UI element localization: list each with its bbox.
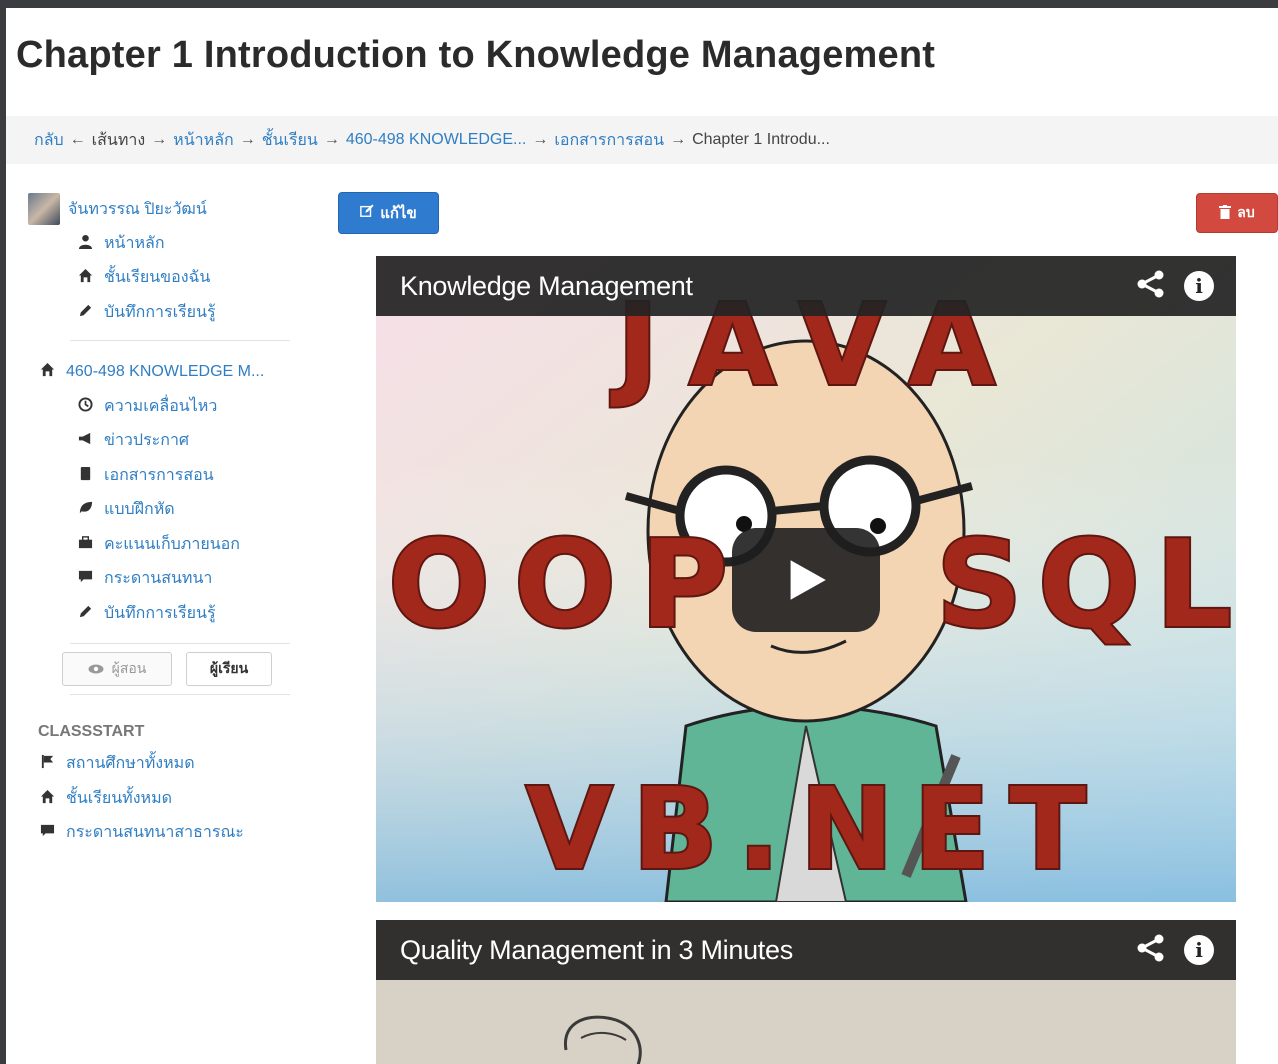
sidebar-item-documents[interactable]: เอกสารการสอน bbox=[28, 458, 298, 493]
sidebar-item-label: เอกสารการสอน bbox=[104, 466, 214, 484]
thumb-word-oop: OOP bbox=[388, 516, 728, 655]
sidebar-divider bbox=[70, 339, 290, 341]
student-view-button[interactable]: ผู้เรียน bbox=[186, 651, 272, 686]
video-title-bar: Knowledge Management i bbox=[376, 256, 1236, 316]
pencil-icon bbox=[76, 303, 94, 322]
sidebar-item-label: คะแนนเก็บภายนอก bbox=[104, 535, 240, 553]
sidebar-item-all-classes[interactable]: ชั้นเรียนทั้งหมด bbox=[28, 781, 298, 816]
sidebar-item-exercises[interactable]: แบบฝึกหัด bbox=[28, 493, 298, 528]
sidebar-item-label: บันทึกการเรียนรู้ bbox=[104, 604, 216, 622]
comment-icon bbox=[38, 823, 56, 842]
video-title[interactable]: Quality Management in 3 Minutes bbox=[400, 935, 1136, 966]
avatar bbox=[28, 193, 60, 225]
breadcrumb-separator: ← bbox=[69, 131, 86, 148]
teacher-view-label: ผู้สอน bbox=[111, 659, 147, 676]
user-name-link[interactable]: จันทวรรณ ปิยะวัฒน์ bbox=[68, 197, 207, 222]
sidebar-divider bbox=[70, 642, 290, 644]
sidebar-item-label: แบบฝึกหัด bbox=[104, 501, 175, 519]
eye-icon bbox=[88, 661, 104, 677]
page-title: Chapter 1 Introduction to Knowledge Mana… bbox=[16, 34, 936, 76]
clock-icon bbox=[76, 397, 94, 416]
sidebar-item-course-learning-log[interactable]: บันทึกการเรียนรู้ bbox=[28, 596, 298, 631]
share-icon[interactable] bbox=[1136, 269, 1166, 303]
course-link: 460-498 KNOWLEDGE M... bbox=[66, 362, 265, 380]
sidebar-item-label: สถานศึกษาทั้งหมด bbox=[66, 755, 195, 773]
breadcrumb-separator: → bbox=[323, 131, 340, 148]
sidebar-item-activity[interactable]: ความเคลื่อนไหว bbox=[28, 389, 298, 424]
home-icon bbox=[38, 789, 56, 808]
breadcrumb-home[interactable]: หน้าหลัก bbox=[173, 128, 234, 153]
play-button[interactable] bbox=[732, 528, 880, 632]
page-frame: Chapter 1 Introduction to Knowledge Mana… bbox=[6, 8, 1278, 1064]
sidebar-item-label: ชั้นเรียนทั้งหมด bbox=[66, 789, 173, 807]
breadcrumb-classes[interactable]: ชั้นเรียน bbox=[262, 128, 318, 153]
play-icon bbox=[790, 560, 826, 600]
video-title[interactable]: Knowledge Management bbox=[400, 271, 1136, 302]
bullhorn-icon bbox=[76, 431, 94, 450]
book-icon bbox=[76, 466, 94, 485]
sidebar-item-announcements[interactable]: ข่าวประกาศ bbox=[28, 424, 298, 459]
sidebar: จันทวรรณ ปิยะวัฒน์ หน้าหลัก ชั้นเรียนของ… bbox=[28, 192, 298, 850]
sidebar-item-home[interactable]: หน้าหลัก bbox=[28, 226, 298, 261]
sidebar-user[interactable]: จันทวรรณ ปิยะวัฒน์ bbox=[28, 192, 298, 226]
pencil-icon bbox=[76, 604, 94, 623]
sidebar-item-label: ความเคลื่อนไหว bbox=[104, 397, 218, 415]
sidebar-item-course[interactable]: 460-498 KNOWLEDGE M... bbox=[28, 355, 298, 390]
sidebar-item-label: ชั้นเรียนของฉัน bbox=[104, 269, 211, 287]
teacher-view-button[interactable]: ผู้สอน bbox=[62, 651, 172, 686]
briefcase-icon bbox=[76, 535, 94, 554]
sidebar-item-label: ข่าวประกาศ bbox=[104, 432, 190, 450]
sidebar-item-external-scores[interactable]: คะแนนเก็บภายนอก bbox=[28, 527, 298, 562]
role-switcher: ผู้สอน ผู้เรียน bbox=[28, 651, 298, 686]
sidebar-item-label: กระดานสนทนาสาธารณะ bbox=[66, 824, 244, 842]
student-view-label: ผู้เรียน bbox=[209, 659, 249, 676]
breadcrumb-separator: → bbox=[670, 131, 687, 148]
home-icon bbox=[76, 268, 94, 287]
sidebar-item-label: หน้าหลัก bbox=[104, 234, 165, 252]
video-player-2[interactable]: Quality Management in 3 Minutes i bbox=[376, 920, 1236, 1064]
breadcrumb-current: Chapter 1 Introdu... bbox=[692, 131, 830, 148]
edit-icon bbox=[360, 204, 374, 222]
info-icon[interactable]: i bbox=[1184, 935, 1214, 965]
breadcrumb-separator: → bbox=[532, 131, 549, 148]
breadcrumb-separator: → bbox=[239, 131, 256, 148]
flag-icon bbox=[38, 754, 56, 773]
sidebar-item-label: บันทึกการเรียนรู้ bbox=[104, 303, 216, 321]
classstart-heading: CLASSSTART bbox=[38, 722, 145, 740]
delete-button[interactable]: ลบ bbox=[1196, 193, 1278, 233]
user-icon bbox=[76, 234, 94, 253]
breadcrumb-separator: → bbox=[151, 131, 168, 148]
edit-label: แก้ไข bbox=[380, 205, 417, 222]
video-player[interactable]: JAVA OOP SQL VB.NET Knowledge Management… bbox=[376, 256, 1236, 902]
sidebar-item-public-discussion[interactable]: กระดานสนทนาสาธารณะ bbox=[28, 816, 298, 851]
home-icon bbox=[38, 362, 56, 381]
sidebar-item-label: กระดานสนทนา bbox=[104, 570, 213, 588]
comment-icon bbox=[76, 569, 94, 588]
thumb-word-sql: SQL bbox=[936, 516, 1232, 655]
breadcrumb: กลับ ← เส้นทาง → หน้าหลัก → ชั้นเรียน → … bbox=[6, 116, 1278, 164]
info-icon[interactable]: i bbox=[1184, 271, 1214, 301]
video-title-bar: Quality Management in 3 Minutes i bbox=[376, 920, 1236, 980]
trash-icon bbox=[1219, 204, 1232, 222]
edit-button[interactable]: แก้ไข bbox=[338, 192, 439, 234]
delete-label: ลบ bbox=[1237, 204, 1255, 220]
share-icon[interactable] bbox=[1136, 933, 1166, 967]
breadcrumb-documents[interactable]: เอกสารการสอน bbox=[554, 128, 664, 153]
breadcrumb-course[interactable]: 460-498 KNOWLEDGE... bbox=[346, 131, 527, 149]
breadcrumb-back[interactable]: กลับ bbox=[34, 128, 64, 153]
sidebar-item-discussion[interactable]: กระดานสนทนา bbox=[28, 562, 298, 597]
sidebar-item-learning-log[interactable]: บันทึกการเรียนรู้ bbox=[28, 295, 298, 330]
breadcrumb-path-label: เส้นทาง bbox=[91, 131, 146, 149]
sidebar-item-all-institutions[interactable]: สถานศึกษาทั้งหมด bbox=[28, 747, 298, 782]
leaf-icon bbox=[76, 500, 94, 519]
sidebar-item-my-classes[interactable]: ชั้นเรียนของฉัน bbox=[28, 261, 298, 296]
sidebar-divider bbox=[70, 693, 290, 695]
